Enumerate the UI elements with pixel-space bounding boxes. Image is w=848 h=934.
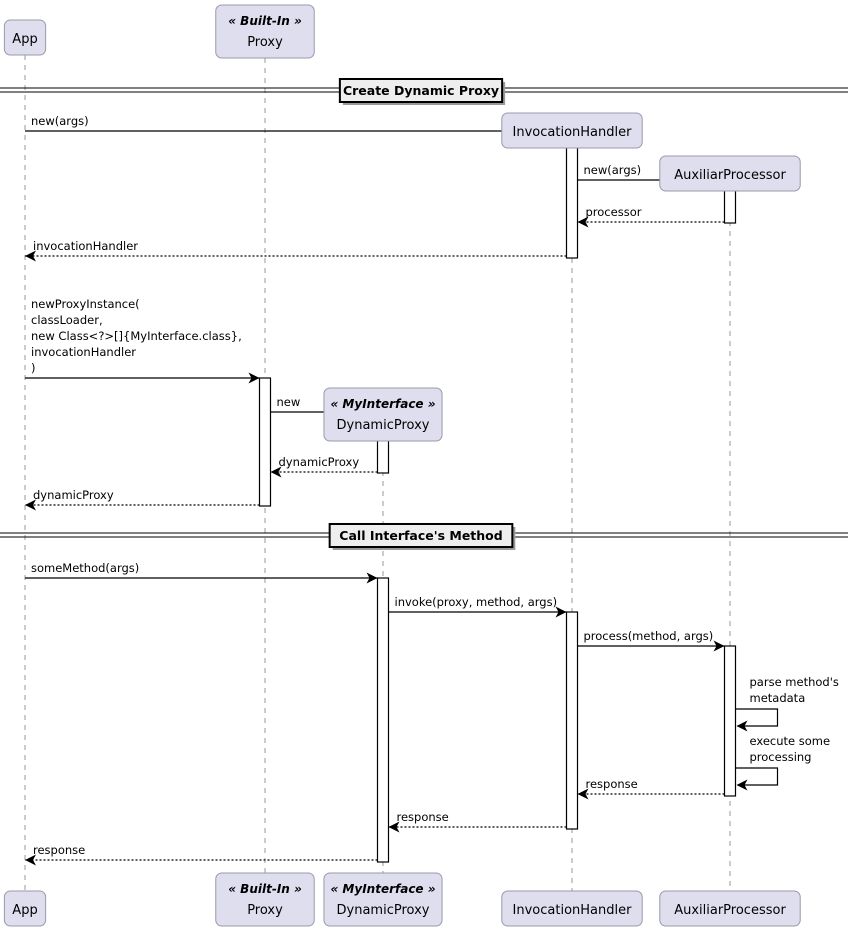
divider-label: Create Dynamic Proxy — [343, 83, 499, 98]
sequence-diagram-svg: new(args) new(args) processor invocationHan… — [0, 4, 848, 927]
message-label: new(args) — [31, 114, 89, 128]
participant-footer-app[interactable]: App — [3, 890, 47, 927]
message-label: metadata — [750, 691, 806, 705]
participant-name: DynamicProxy — [337, 418, 430, 433]
participant-stereotype: « MyInterface » — [330, 882, 435, 896]
activation-bar-dynamicproxy — [376, 577, 390, 863]
participant-header-proxy[interactable]: « Built-In » Proxy — [215, 4, 315, 59]
message-label: response — [586, 777, 638, 791]
sequence-diagram-canvas: new(args) new(args) processor invocationHan… — [0, 0, 848, 934]
participant-headers-layer: App « Built-In » Proxy « MyInterface » Dynam… — [3, 4, 801, 442]
participant-box[interactable] — [215, 872, 315, 927]
fragment-divider-frag1: Create Dynamic Proxy — [0, 78, 848, 105]
message-label: new(args) — [584, 163, 642, 177]
message-label: classLoader, — [31, 313, 103, 327]
participant-header-app[interactable]: App — [3, 19, 47, 56]
divider-label: Call Interface's Method — [339, 528, 502, 543]
participant-name: InvocationHandler — [513, 903, 633, 918]
participant-box[interactable] — [323, 872, 443, 927]
participant-header-auxiliarprocessor[interactable]: AuxiliarProcessor — [659, 155, 801, 192]
message-label: someMethod(args) — [31, 561, 139, 575]
message-m12: parse method's metadata — [735, 675, 839, 732]
message-m10: invoke(proxy, method, args) — [388, 595, 567, 618]
message-m7: dynamicProxy — [270, 455, 378, 478]
participant-name: AuxiliarProcessor — [674, 903, 786, 918]
message-label: invoke(proxy, method, args) — [395, 595, 558, 609]
message-m1: new(args) — [25, 114, 572, 137]
message-label: new — [277, 395, 301, 409]
participant-name: App — [12, 32, 37, 47]
message-m5: newProxyInstance( classLoader, new Class… — [25, 297, 260, 384]
message-label: invocationHandler — [31, 345, 136, 359]
participant-name: App — [12, 903, 37, 918]
fragment-dividers-layer: Create Dynamic Proxy Call Interface's Met… — [0, 78, 848, 550]
message-label: invocationHandler — [33, 239, 138, 253]
participant-name: InvocationHandler — [513, 125, 633, 140]
participant-box[interactable] — [215, 4, 315, 59]
message-label: dynamicProxy — [33, 488, 114, 502]
participant-footer-dynamicproxy[interactable]: « MyInterface » DynamicProxy — [323, 872, 443, 927]
fragment-divider-frag2: Call Interface's Method — [0, 523, 848, 550]
message-label: processor — [586, 205, 642, 219]
participant-footer-auxiliarprocessor[interactable]: AuxiliarProcessor — [659, 890, 801, 927]
message-label: response — [397, 810, 449, 824]
activation-bar-auxiliarprocessor — [723, 645, 737, 797]
message-label: process(method, args) — [584, 629, 714, 643]
participant-header-dynamicproxy[interactable]: « MyInterface » DynamicProxy — [323, 387, 443, 442]
activation-bar-dynamicproxy — [376, 436, 390, 474]
activation-bar-proxy — [258, 377, 272, 507]
message-m3: processor — [577, 205, 725, 228]
message-label: processing — [750, 750, 812, 764]
activation-bar-invocationhandler — [565, 611, 579, 830]
message-m13: execute some processing — [735, 734, 831, 791]
participant-name: AuxiliarProcessor — [674, 168, 786, 183]
message-m14: response — [577, 777, 725, 800]
message-m15: response — [388, 810, 567, 833]
message-label: response — [33, 843, 85, 857]
participant-footer-proxy[interactable]: « Built-In » Proxy — [215, 872, 315, 927]
participant-footer-invocationhandler[interactable]: InvocationHandler — [501, 890, 643, 927]
participant-stereotype: « Built-In » — [228, 14, 302, 28]
participant-header-invocationhandler[interactable]: InvocationHandler — [501, 112, 643, 149]
participant-box[interactable] — [323, 387, 443, 442]
participant-footers-layer: App « Built-In » Proxy « MyInterface » Dynam… — [3, 872, 801, 927]
messages-layer: new(args) new(args) processor invocationHan… — [25, 114, 839, 866]
message-label: execute some — [750, 734, 831, 748]
message-m4: invocationHandler — [25, 239, 567, 262]
message-m9: someMethod(args) — [25, 561, 378, 584]
message-m8: dynamicProxy — [25, 488, 260, 511]
message-m11: process(method, args) — [577, 629, 725, 652]
message-label: newProxyInstance( — [31, 297, 140, 311]
participant-name: Proxy — [247, 35, 283, 50]
participant-name: Proxy — [247, 903, 283, 918]
message-m16: response — [25, 843, 378, 866]
activation-bar-invocationhandler — [565, 145, 579, 259]
participant-stereotype: « MyInterface » — [330, 397, 435, 411]
activations-layer — [258, 145, 737, 863]
activation-bar-auxiliarprocessor — [723, 189, 737, 224]
message-label: dynamicProxy — [279, 455, 360, 469]
participant-stereotype: « Built-In » — [228, 882, 302, 896]
message-label: parse method's — [750, 675, 839, 689]
message-label: new Class<?>[]{MyInterface.class}, — [31, 329, 242, 343]
message-label: ) — [31, 361, 36, 375]
participant-name: DynamicProxy — [337, 903, 430, 918]
